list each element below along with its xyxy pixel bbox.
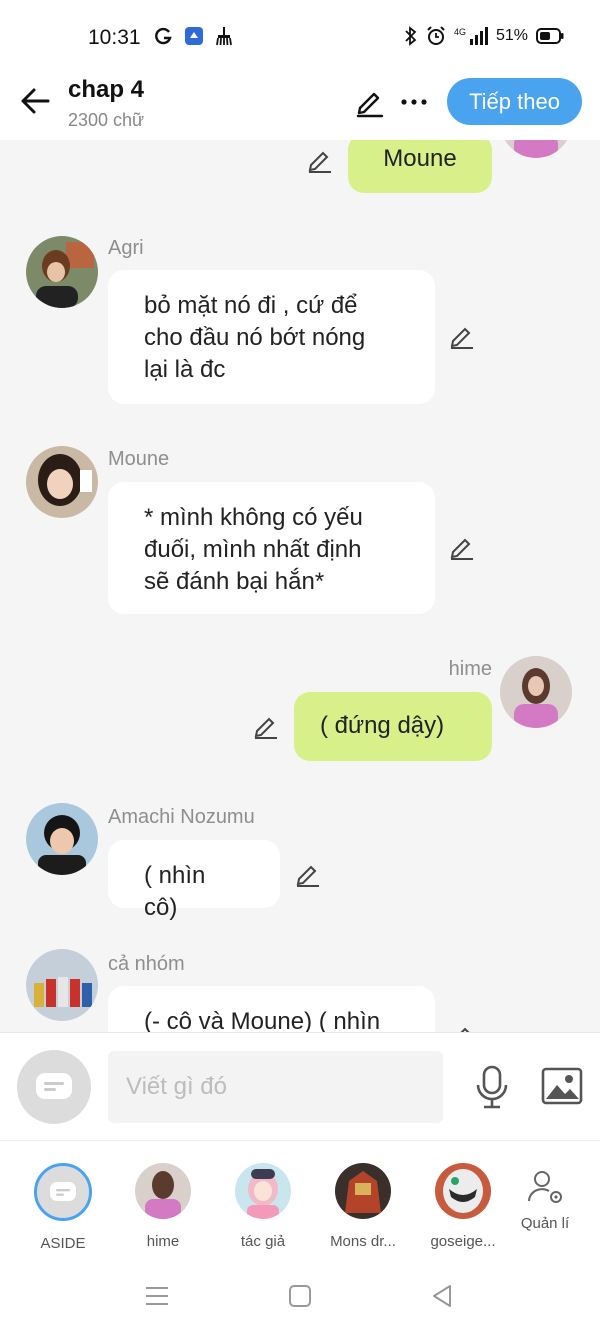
avatar: [435, 1163, 491, 1219]
sender-name: Amachi Nozumu: [108, 806, 255, 828]
chapter-title: chap 4: [68, 76, 145, 103]
header: chap 4 2300 chữ Tiếp theo: [0, 70, 600, 140]
g-app-icon: [155, 27, 172, 45]
message-bubble[interactable]: (- cô và Moune) ( nhìn: [108, 986, 435, 1032]
character-tac-gia[interactable]: tác giả: [218, 1163, 308, 1250]
message-input[interactable]: Viết gì đó: [108, 1051, 443, 1123]
menu-icon[interactable]: [144, 1284, 170, 1308]
alarm-icon: [427, 26, 445, 45]
edit-message-icon[interactable]: [448, 1022, 476, 1032]
back-arrow-icon[interactable]: [18, 83, 54, 119]
edit-message-icon[interactable]: [306, 146, 334, 174]
next-chapter-button[interactable]: Tiếp theo: [447, 78, 582, 125]
message-bubble[interactable]: ( đứng dậy): [294, 692, 492, 761]
more-options-icon[interactable]: [398, 86, 430, 118]
avatar-amachi-nozumu[interactable]: [26, 803, 98, 875]
status-bar: 10:31 4G 51%: [0, 0, 600, 70]
edit-icon[interactable]: [354, 86, 386, 118]
battery-icon: [536, 28, 564, 44]
sender-name: Moune: [108, 448, 170, 470]
avatar-agri[interactable]: [26, 236, 98, 308]
status-time: 10:31: [88, 26, 141, 49]
avatar-ca-nhom[interactable]: [26, 949, 98, 1021]
avatar: [135, 1163, 191, 1219]
composer-bar: Viết gì đó: [0, 1032, 600, 1140]
chat-bubble-icon: [50, 1182, 76, 1201]
edit-message-icon[interactable]: [252, 712, 280, 740]
character-selector: ASIDE hime tác giả Mons dr... goseige...…: [0, 1140, 600, 1260]
aside-avatar: [34, 1163, 92, 1221]
message-bubble[interactable]: bỏ mặt nó đi , cứ để cho đầu nó bớt nóng…: [108, 270, 435, 404]
system-nav-bar: [0, 1260, 600, 1333]
message-bubble[interactable]: * mình không có yếu đuối, mình nhất định…: [108, 482, 435, 614]
avatar: [335, 1163, 391, 1219]
broom-icon: [216, 27, 232, 46]
sender-name: hime: [448, 658, 492, 680]
aside-toggle-button[interactable]: [17, 1050, 91, 1124]
character-mons-dr[interactable]: Mons dr...: [318, 1163, 408, 1250]
character-hime[interactable]: hime: [118, 1163, 208, 1250]
battery-percent: 51%: [495, 27, 528, 44]
user-settings-icon: [528, 1171, 562, 1203]
microphone-icon[interactable]: [474, 1065, 510, 1109]
chat-bubble-icon: [36, 1073, 72, 1099]
image-icon[interactable]: [541, 1067, 583, 1105]
character-aside[interactable]: ASIDE: [18, 1163, 108, 1252]
avatar-moune[interactable]: [26, 446, 98, 518]
chat-area: Moune Agri bỏ mặt nó đi , cứ để cho đầu …: [0, 140, 600, 1032]
edit-message-icon[interactable]: [294, 860, 322, 888]
message-bubble[interactable]: Moune: [348, 140, 492, 193]
edit-message-icon[interactable]: [448, 533, 476, 561]
avatar-hime-top[interactable]: [500, 140, 572, 158]
shield-app-icon: [185, 27, 203, 45]
manage-characters-button[interactable]: Quản lí: [500, 1167, 590, 1232]
sender-name: cả nhóm: [108, 953, 185, 975]
sender-name: Agri: [108, 237, 144, 259]
edit-message-icon[interactable]: [448, 322, 476, 350]
svg-text:4G: 4G: [454, 27, 466, 37]
avatar-hime[interactable]: [500, 656, 572, 728]
signal-icon: 4G: [454, 27, 488, 45]
bluetooth-icon: [405, 26, 417, 46]
message-bubble[interactable]: ( nhìn cô): [108, 840, 280, 921]
avatar: [235, 1163, 291, 1219]
word-count: 2300 chữ: [68, 110, 145, 130]
home-icon[interactable]: [288, 1284, 312, 1308]
back-triangle-icon[interactable]: [430, 1284, 454, 1308]
character-goseige[interactable]: goseige...: [418, 1163, 508, 1250]
